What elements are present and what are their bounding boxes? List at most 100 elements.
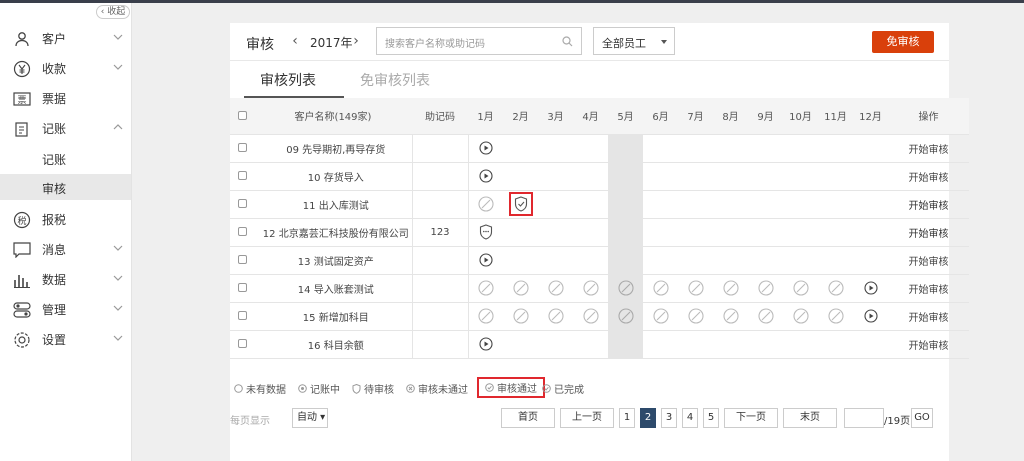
customer-name: 10 存货导入 bbox=[254, 162, 413, 191]
sidebar-item-label: 记账 bbox=[42, 121, 67, 136]
mnemonic-code bbox=[412, 190, 469, 219]
go-button[interactable]: GO bbox=[911, 408, 933, 428]
bookkeeping-play-icon[interactable] bbox=[863, 309, 878, 323]
no-data-icon bbox=[478, 280, 494, 296]
page-button[interactable]: 4 bbox=[682, 408, 698, 428]
first-page-button[interactable]: 首页 bbox=[501, 408, 555, 428]
next-year-button[interactable]: › bbox=[349, 32, 363, 50]
sidebar-item-tax[interactable]: 税 报税 bbox=[0, 205, 131, 233]
last-page-button[interactable]: 末页 bbox=[783, 408, 837, 428]
mnemonic-code bbox=[412, 246, 469, 275]
page-button[interactable]: 1 bbox=[619, 408, 635, 428]
start-audit-button[interactable]: 开始审核 bbox=[888, 302, 969, 331]
next-page-button[interactable]: 下一页 bbox=[724, 408, 778, 428]
search-input[interactable]: 搜索客户名称或助记码 bbox=[376, 27, 582, 55]
month-cell bbox=[468, 218, 503, 247]
no-data-icon bbox=[652, 308, 669, 324]
row-checkbox[interactable] bbox=[230, 246, 254, 275]
bookkeeping-play-icon[interactable] bbox=[479, 337, 493, 351]
mnemonic-code bbox=[412, 162, 469, 191]
month-cell bbox=[468, 134, 503, 163]
chevron-down-icon bbox=[113, 305, 123, 311]
rejected-icon bbox=[406, 384, 415, 393]
sidebar-item-payment[interactable]: 收款 bbox=[0, 54, 131, 82]
no-data-icon bbox=[792, 308, 809, 324]
sidebar-item-label: 客户 bbox=[42, 31, 67, 46]
sidebar-item-message[interactable]: 消息 bbox=[0, 235, 131, 263]
month-cell bbox=[468, 162, 503, 191]
sidebar-item-data[interactable]: 数据 bbox=[0, 265, 131, 293]
page-number-input[interactable] bbox=[844, 408, 884, 428]
sidebar: ‹ 收起 客户 收款 票 票据 记账 记账 审核 税 报税 消息 数据 管理 设… bbox=[0, 3, 132, 461]
prev-year-button[interactable]: ‹ bbox=[288, 32, 302, 50]
tab-bar: 审核列表 免审核列表 bbox=[230, 61, 949, 98]
bookkeeping-play-icon[interactable] bbox=[863, 281, 878, 295]
sidebar-subitem-audit[interactable]: 审核 bbox=[0, 174, 131, 200]
sidebar-item-receipt[interactable]: 票 票据 bbox=[0, 84, 131, 112]
page-button[interactable]: 3 bbox=[661, 408, 677, 428]
ledger-icon bbox=[13, 120, 31, 138]
row-checkbox[interactable] bbox=[230, 274, 254, 303]
row-checkbox[interactable] bbox=[230, 218, 254, 247]
no-data-icon bbox=[792, 280, 809, 296]
select-all-checkbox[interactable] bbox=[230, 98, 254, 135]
start-audit-button[interactable]: 开始审核 bbox=[888, 162, 969, 191]
prev-page-button[interactable]: 上一页 bbox=[560, 408, 614, 428]
row-checkbox[interactable] bbox=[230, 190, 254, 219]
month-cell bbox=[608, 274, 643, 303]
start-audit-button[interactable]: 开始审核 bbox=[888, 330, 969, 359]
sidebar-item-settings[interactable]: 设置 bbox=[0, 325, 131, 353]
collapse-label: 收起 bbox=[107, 7, 126, 17]
page-button-current[interactable]: 2 bbox=[640, 408, 656, 428]
sidebar-item-label: 报税 bbox=[42, 212, 67, 227]
legend-label: 记账中 bbox=[310, 385, 340, 396]
bookkeeping-play-icon[interactable] bbox=[479, 253, 493, 267]
legend-label: 待审核 bbox=[364, 385, 394, 396]
tab-exempt-list[interactable]: 免审核列表 bbox=[360, 70, 430, 90]
column-header: 助记码 bbox=[412, 98, 468, 135]
row-checkbox[interactable] bbox=[230, 330, 254, 359]
sidebar-item-manage[interactable]: 管理 bbox=[0, 295, 131, 323]
tab-audit-list[interactable]: 审核列表 bbox=[260, 70, 316, 90]
bookkeeping-play-icon[interactable] bbox=[479, 169, 493, 183]
column-header: 11月 bbox=[818, 98, 853, 135]
start-audit-button[interactable]: 开始审核 bbox=[888, 134, 969, 163]
start-audit-button[interactable]: 开始审核 bbox=[888, 274, 969, 303]
page-button[interactable]: 5 bbox=[703, 408, 719, 428]
bookkeeping-play-icon[interactable] bbox=[479, 141, 493, 155]
sidebar-subitem-bookkeeping[interactable]: 记账 bbox=[0, 145, 131, 171]
row-checkbox[interactable] bbox=[230, 134, 254, 163]
row-checkbox[interactable] bbox=[230, 162, 254, 191]
row-checkbox[interactable] bbox=[230, 302, 254, 331]
chart-icon bbox=[13, 271, 31, 289]
start-audit-button[interactable]: 开始审核 bbox=[888, 218, 969, 247]
sidebar-item-bookkeeping[interactable]: 记账 bbox=[0, 114, 131, 142]
chevron-up-icon bbox=[113, 124, 123, 130]
audit-passed-shield-icon[interactable] bbox=[514, 196, 528, 212]
year-label: 2017年 bbox=[310, 36, 353, 50]
legend-item-highlighted: 审核通过 bbox=[477, 377, 545, 398]
exempt-audit-button[interactable]: 免审核 bbox=[872, 31, 934, 53]
month-cell bbox=[783, 302, 818, 331]
month-cell bbox=[538, 302, 573, 331]
chevron-down-icon bbox=[113, 34, 123, 40]
completed-icon bbox=[542, 384, 551, 393]
no-data-icon bbox=[478, 308, 494, 324]
sidebar-item-customer[interactable]: 客户 bbox=[0, 24, 131, 52]
per-page-label: 每页显示 bbox=[230, 416, 270, 427]
start-audit-button[interactable]: 开始审核 bbox=[888, 246, 969, 275]
mnemonic-code bbox=[412, 134, 469, 163]
per-page-select[interactable]: 自动 ▾ bbox=[292, 408, 328, 428]
collapse-button[interactable]: ‹ 收起 bbox=[96, 5, 130, 19]
month-cell bbox=[468, 302, 503, 331]
no-data-icon bbox=[722, 280, 739, 296]
no-data-icon bbox=[617, 280, 634, 296]
mnemonic-code bbox=[412, 274, 469, 303]
search-icon[interactable] bbox=[562, 36, 573, 47]
customer-name: 15 新增加科目 bbox=[254, 302, 413, 331]
column-header: 10月 bbox=[783, 98, 818, 135]
employee-select[interactable]: 全部员工 bbox=[593, 27, 675, 55]
start-audit-button[interactable]: 开始审核 bbox=[888, 190, 969, 219]
month-cell bbox=[503, 274, 538, 303]
pending-audit-shield-icon[interactable] bbox=[479, 224, 493, 240]
